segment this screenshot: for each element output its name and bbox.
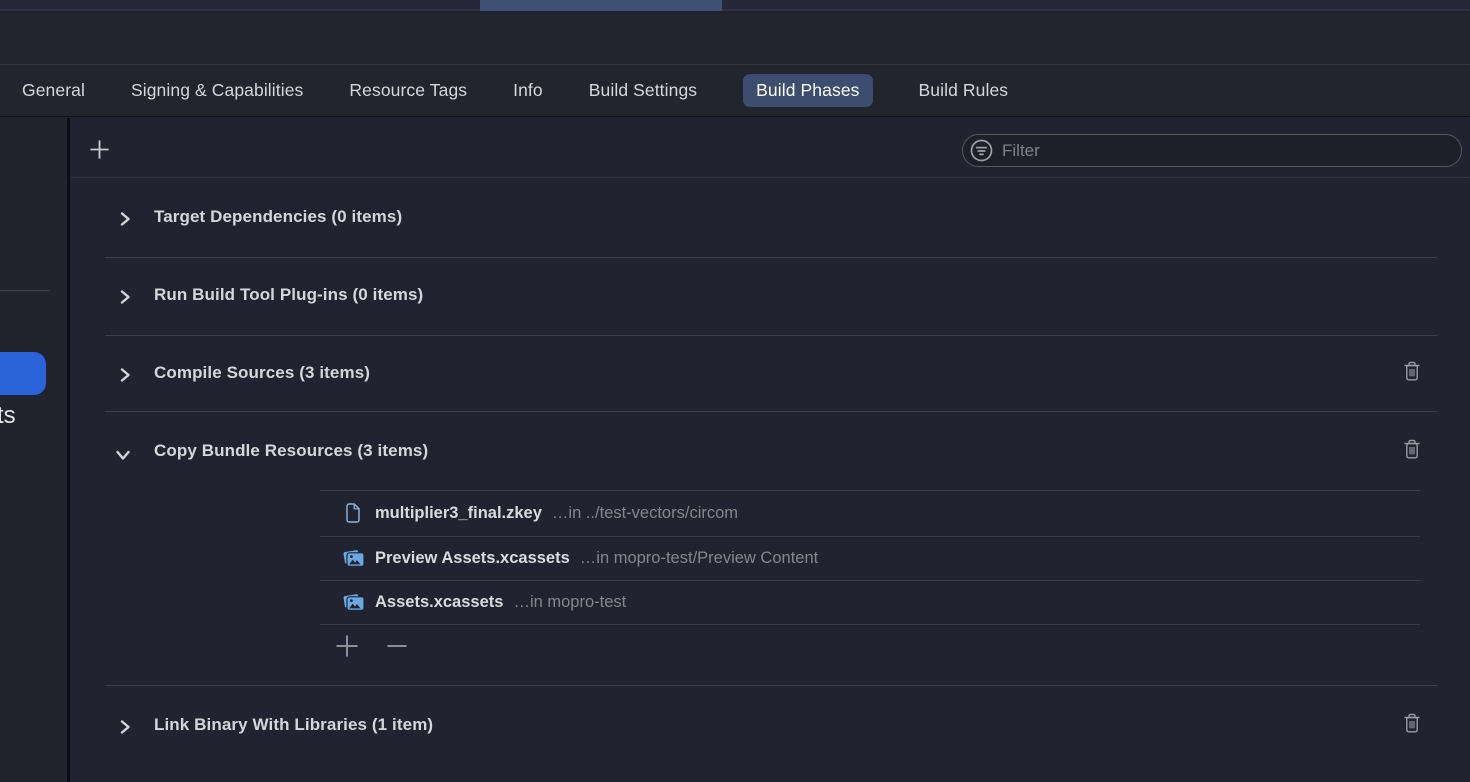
file-name: Assets.xcassets [375,593,503,612]
plus-icon [88,138,111,166]
section-title-copy-bundle-resources[interactable]: Copy Bundle Resources (3 items) [154,441,428,461]
tab-general[interactable]: General [22,80,85,101]
add-file-button[interactable] [333,634,361,662]
section-title-run-build-tool-plugins[interactable]: Run Build Tool Plug-ins (0 items) [154,285,423,305]
photo-stack-icon [338,548,368,568]
chevron-right-icon[interactable] [116,210,134,228]
xcode-project-editor: General Signing & Capabilities Resource … [0,0,1470,782]
add-build-phase-button[interactable] [86,139,112,165]
tab-info[interactable]: Info [513,80,543,101]
project-editor-tabbar: General Signing & Capabilities Resource … [0,64,1470,117]
plus-icon [334,633,360,664]
delete-phase-button[interactable] [1401,439,1423,463]
file-name: Preview Assets.xcassets [375,549,570,568]
file-list-divider [320,624,1420,625]
section-divider [105,411,1437,412]
section-title-link-binary-with-libraries[interactable]: Link Binary With Libraries (1 item) [154,715,433,735]
trash-icon [1402,712,1422,739]
remove-file-button[interactable] [383,634,411,662]
chevron-right-icon[interactable] [116,718,134,736]
navigator-sidebar-clipped: ts [0,118,67,782]
tab-build-phases[interactable]: Build Phases [743,74,872,107]
photo-stack-icon [338,592,368,612]
sidebar-divider [0,290,50,291]
chevron-right-icon[interactable] [116,366,134,384]
tab-build-rules[interactable]: Build Rules [919,80,1009,101]
table-row[interactable]: Assets.xcassets …in mopro-test [320,580,1420,624]
tab-build-settings[interactable]: Build Settings [589,80,697,101]
active-document-tab[interactable] [480,0,722,11]
table-row[interactable]: Preview Assets.xcassets …in mopro-test/P… [320,536,1420,580]
sidebar-truncated-label: ts [0,402,16,430]
delete-phase-button[interactable] [1401,713,1423,737]
section-title-target-dependencies[interactable]: Target Dependencies (0 items) [154,207,402,227]
header-divider [70,177,1470,178]
build-phases-pane: Target Dependencies (0 items) Run Build … [70,117,1470,782]
chevron-down-icon[interactable] [114,446,132,464]
delete-phase-button[interactable] [1401,361,1423,385]
tab-resource-tags[interactable]: Resource Tags [349,80,467,101]
document-tab-strip [0,0,1470,11]
filter-circle-icon [969,138,994,163]
trash-icon [1402,360,1422,387]
file-location: …in mopro-test [513,593,626,612]
chevron-right-icon[interactable] [116,288,134,306]
document-icon [338,503,368,523]
section-divider [105,257,1437,258]
filter-field[interactable] [962,134,1462,167]
minus-icon [384,633,410,664]
section-title-compile-sources[interactable]: Compile Sources (3 items) [154,363,370,383]
file-name: multiplier3_final.zkey [375,504,542,523]
file-location: …in ../test-vectors/circom [552,504,738,523]
section-divider [105,685,1437,686]
selected-target-chip[interactable] [0,352,46,395]
file-location: …in mopro-test/Preview Content [580,549,818,568]
filter-input[interactable] [1002,141,1461,161]
section-divider [105,335,1437,336]
table-row[interactable]: multiplier3_final.zkey …in ../test-vecto… [320,491,1420,535]
tab-signing-capabilities[interactable]: Signing & Capabilities [131,80,303,101]
toolbar-band [0,13,1470,64]
trash-icon [1402,438,1422,465]
